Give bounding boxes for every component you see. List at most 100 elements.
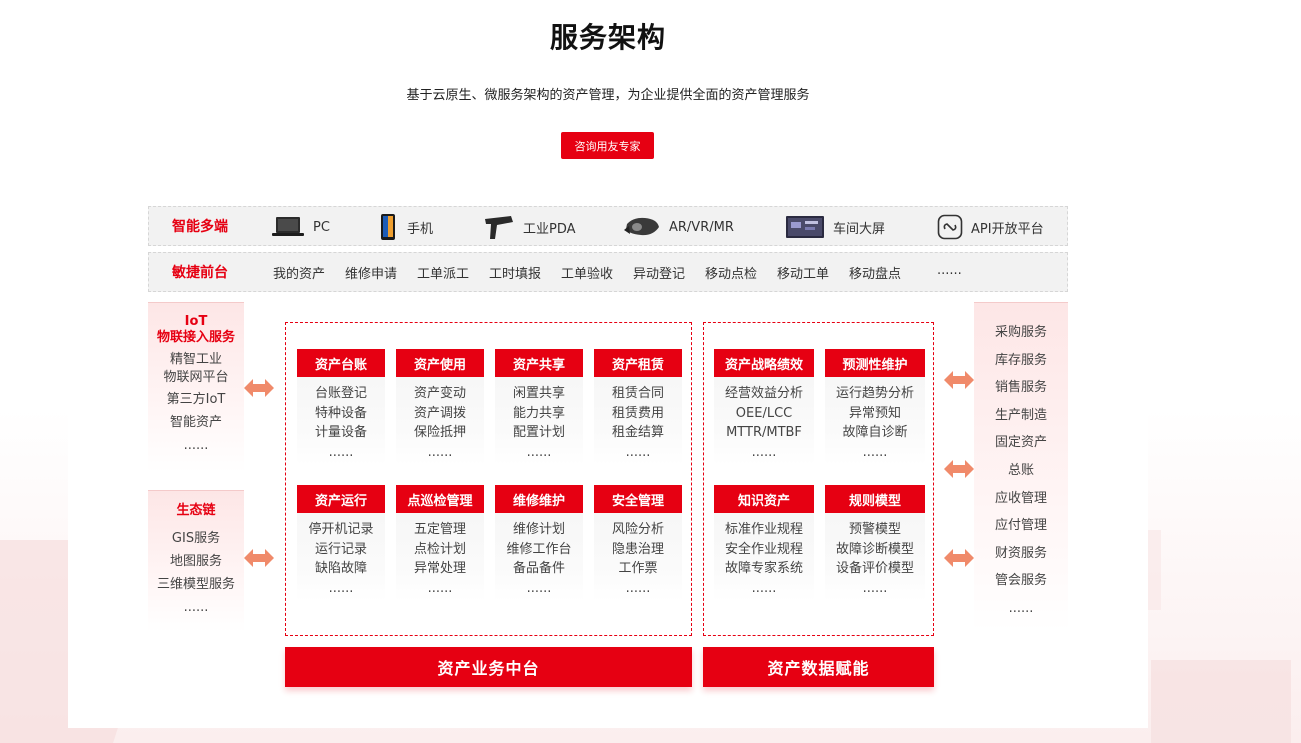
terminals-label: 智能多端 — [172, 219, 228, 235]
asset-business-center-bar: 资产业务中台 — [285, 647, 692, 687]
business-module: 点巡检管理 五定管理 点检计划 异常处理 ...... — [396, 485, 484, 601]
business-module-item: 特种设备 — [314, 405, 367, 421]
terminals-band: 智能多端 PC 手机 工业PDA AR/VR/MR 车间大屏 API开放平台 — [148, 206, 1068, 246]
business-module-item: 保险抵押 — [413, 425, 466, 440]
data-module-title: 预测性维护 — [825, 349, 925, 377]
business-module: 资产共享 闲置共享 能力共享 配置计划 ...... — [495, 349, 583, 465]
business-module-item: 租赁合同 — [611, 386, 664, 401]
data-module-item: 异常预知 — [848, 405, 901, 421]
terminal-arvr: AR/VR/MR — [623, 213, 734, 241]
business-module-item: 维修工作台 — [506, 541, 572, 557]
vr-headset-icon — [624, 217, 659, 236]
laptop-icon — [272, 217, 304, 236]
frontend-item: 移动点检 — [705, 267, 758, 282]
erp-services-panel: 采购服务 库存服务 销售服务 生产制造 固定资产 总账 应收管理 应付管理 财资… — [974, 302, 1068, 632]
business-module-item: 维修计划 — [512, 522, 565, 537]
terminal-pc: PC — [271, 213, 330, 241]
data-module-item: ...... — [862, 580, 888, 596]
large-screen-icon — [786, 216, 824, 238]
business-module: 维修维护 维修计划 维修工作台 备品备件 ...... — [495, 485, 583, 601]
erp-service-item: 销售服务 — [994, 380, 1047, 396]
erp-service-item: 管会服务 — [994, 573, 1047, 589]
terminal-pda-label: 工业PDA — [523, 221, 576, 237]
erp-service-item: 采购服务 — [994, 325, 1047, 340]
terminal-arvr-label: AR/VR/MR — [669, 219, 734, 235]
iot-panel-item: 物联网平台 — [163, 370, 229, 385]
frontend-item: 工时填报 — [489, 267, 542, 282]
business-module: 资产运行 停开机记录 运行记录 缺陷故障 ...... — [297, 485, 385, 601]
erp-service-item: 库存服务 — [994, 352, 1047, 368]
business-module-title: 维修维护 — [495, 485, 583, 513]
business-module-item: ...... — [526, 444, 552, 460]
business-module-item: 隐患治理 — [611, 541, 664, 557]
business-module-item: 风险分析 — [611, 522, 664, 537]
terminal-api: API开放平台 — [937, 213, 1044, 241]
frontend-band: 敏捷前台 我的资产 维修申请 工单派工 工时填报 工单验收 异动登记 移动点检 … — [148, 252, 1068, 292]
erp-service-item: 应收管理 — [994, 490, 1047, 506]
ecosystem-panel-item: ...... — [183, 600, 209, 615]
business-module-item: 闲置共享 — [512, 386, 565, 401]
business-module-item: 计量设备 — [314, 425, 367, 440]
business-module-item: 点检计划 — [413, 541, 466, 557]
business-module-item: ...... — [625, 580, 651, 596]
iot-panel-item: 智能资产 — [169, 415, 222, 430]
ecosystem-panel-title: 生态链 — [176, 503, 216, 518]
data-module: 知识资产 标准作业规程 安全作业规程 故障专家系统 ...... — [714, 485, 814, 601]
terminal-api-label: API开放平台 — [971, 221, 1044, 237]
iot-panel-title-line1: IoT — [184, 314, 208, 329]
frontend-item: 移动工单 — [777, 267, 830, 282]
terminal-bigscreen-label: 车间大屏 — [833, 221, 886, 237]
api-link-icon — [937, 214, 963, 240]
data-module-item: 设备评价模型 — [835, 561, 914, 576]
data-module-title: 规则模型 — [825, 485, 925, 513]
data-module-item: ...... — [862, 444, 888, 460]
erp-service-item: 总账 — [1007, 462, 1034, 478]
bidirectional-arrow-icon — [244, 549, 274, 567]
business-module: 资产使用 资产变动 资产调拨 保险抵押 ...... — [396, 349, 484, 465]
business-module-item: 配置计划 — [512, 425, 565, 440]
terminal-pc-label: PC — [313, 219, 330, 235]
ecosystem-panel-item: GIS服务 — [171, 531, 221, 546]
iot-panel-item: ...... — [183, 438, 209, 453]
iot-panel-item: 精智工业 — [169, 352, 222, 367]
bidirectional-arrow-icon — [944, 460, 974, 478]
business-module-title: 安全管理 — [594, 485, 682, 513]
frontend-item: 异动登记 — [633, 267, 686, 282]
business-module-title: 资产租赁 — [594, 349, 682, 377]
pda-scanner-icon — [485, 216, 513, 239]
page-subtitle: 基于云原生、微服务架构的资产管理，为企业提供全面的资产管理服务 — [406, 88, 810, 103]
business-module-item: 备品备件 — [512, 561, 565, 576]
business-module-item: 停开机记录 — [308, 522, 374, 537]
smartphone-icon — [381, 214, 395, 240]
business-module-item: ...... — [526, 580, 552, 596]
data-module-item: 故障诊断模型 — [835, 541, 914, 557]
consult-expert-button[interactable]: 咨询用友专家 — [561, 132, 654, 159]
business-module-item: ...... — [328, 580, 354, 596]
frontend-label: 敏捷前台 — [172, 265, 228, 281]
business-module-item: 异常处理 — [413, 561, 466, 576]
erp-service-item: 应付管理 — [994, 518, 1047, 534]
business-module-item: ...... — [427, 444, 453, 460]
bidirectional-arrow-icon — [244, 379, 274, 397]
ecosystem-panel: 生态链 GIS服务 地图服务 三维模型服务 ...... — [148, 490, 244, 632]
frontend-item: 我的资产 — [273, 267, 326, 282]
business-module-item: 台账登记 — [314, 386, 367, 401]
bidirectional-arrow-icon — [944, 549, 974, 567]
page-title: 服务架构 — [549, 21, 666, 54]
terminal-mobile: 手机 — [377, 213, 433, 241]
data-module: 规则模型 预警模型 故障诊断模型 设备评价模型 ...... — [825, 485, 925, 601]
business-module: 安全管理 风险分析 隐患治理 工作票 ...... — [594, 485, 682, 601]
ecosystem-panel-item: 地图服务 — [169, 554, 222, 569]
erp-service-item: 生产制造 — [994, 407, 1047, 423]
business-module-item: 资产调拨 — [413, 405, 466, 421]
data-module-item: 故障自诊断 — [842, 425, 908, 440]
asset-data-enablement-bar: 资产数据赋能 — [703, 647, 934, 687]
frontend-item: 移动盘点 — [849, 267, 902, 282]
business-module-item: ...... — [328, 444, 354, 460]
data-module-item: 故障专家系统 — [724, 561, 803, 576]
terminal-bigscreen: 车间大屏 — [785, 213, 885, 241]
iot-panel-title-line2: 物联接入服务 — [156, 330, 235, 345]
erp-service-item: ...... — [1008, 600, 1034, 616]
data-module: 资产战略绩效 经营效益分析 OEE/LCC MTTR/MTBF ...... — [714, 349, 814, 465]
data-module-item: 经营效益分析 — [724, 386, 803, 401]
